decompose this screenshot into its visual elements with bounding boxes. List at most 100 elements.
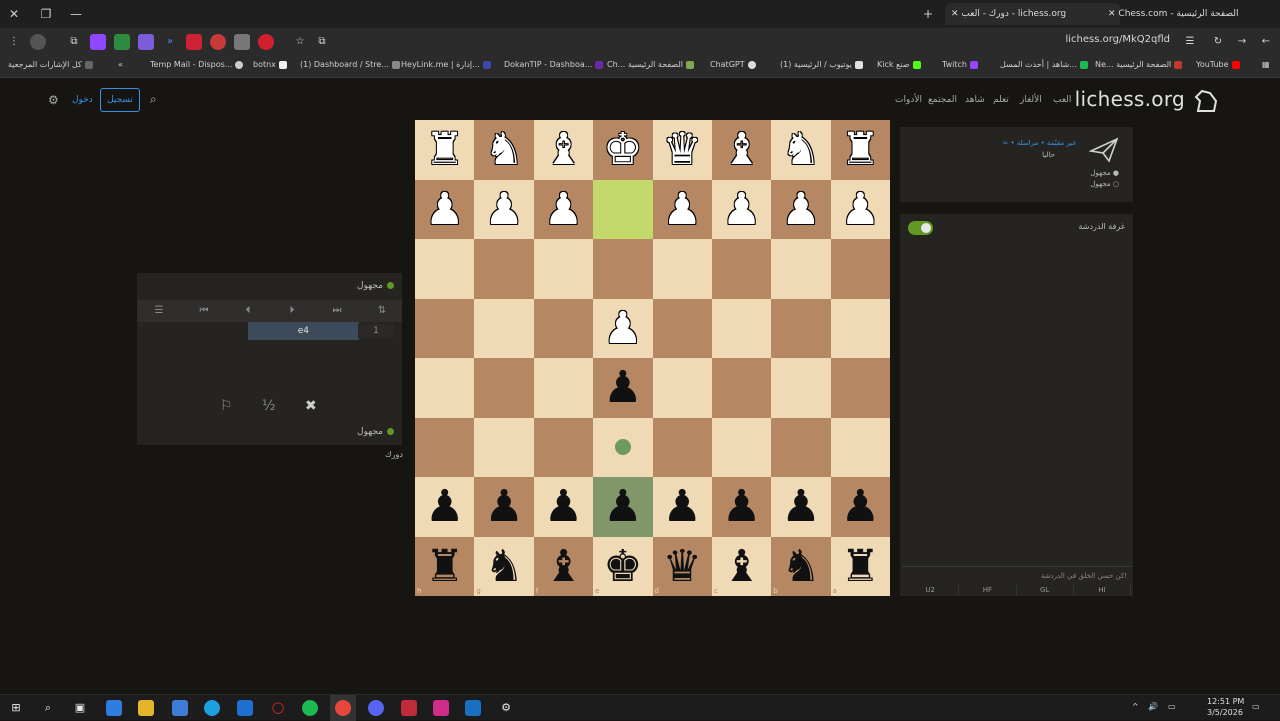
bookmark-folder-icon[interactable]: ▦	[1262, 60, 1270, 69]
board-square[interactable]	[830, 239, 890, 299]
board-square[interactable]	[474, 417, 534, 477]
black-rook-icon[interactable]: ♜	[415, 537, 474, 597]
black-pawn-icon[interactable]: ♟	[593, 358, 652, 418]
chess-board[interactable]: ♜ ♞ ♝ ♚ ♛ ♝ ♞ ♜ ♟ ♟ ♟ ♟ ♟ ♟ ♟ ♟ ♟ ♟ ♟ ♟ ♟ ♟ ♟ ♟ ♟ ♜ ♞ ♝ ♚ ♛ ♝ ♞ ♜ 1 2 3 4 5 6 7…	[415, 120, 890, 596]
board-square[interactable]	[771, 417, 831, 477]
offer-draw-button[interactable]: ½	[262, 398, 276, 414]
notifications-icon[interactable]: ▭	[1252, 702, 1260, 711]
board-square[interactable]	[652, 417, 712, 477]
board-square[interactable]	[533, 417, 594, 477]
board-square[interactable]	[830, 417, 890, 477]
preset-u2[interactable]: U2	[902, 584, 960, 596]
preset-hi[interactable]: HI	[1074, 584, 1131, 596]
bookmark-star-icon[interactable]: ☆	[292, 34, 308, 50]
tab-chesscom[interactable]: ✕ Chess.com - الصفحة الرئيسية	[1102, 3, 1257, 25]
app-pink-icon[interactable]	[433, 700, 449, 716]
white-bishop-icon[interactable]: ♝	[712, 120, 771, 180]
bookmark-item[interactable]: Kick صنع	[877, 60, 921, 69]
tab-lichess[interactable]: ✕ دورك - العب - lichess.org	[945, 3, 1120, 25]
signup-button[interactable]: تسجيل	[100, 88, 140, 112]
bookmark-item[interactable]: Temp Mail - Dispos...	[150, 60, 244, 69]
board-square[interactable]	[830, 298, 890, 358]
white-pawn-icon[interactable]: ♟	[534, 180, 593, 240]
board-square[interactable]	[711, 417, 772, 477]
white-knight-icon[interactable]: ♞	[474, 120, 533, 180]
board-square[interactable]	[415, 358, 475, 418]
prev-move-icon[interactable]: ⏴	[240, 303, 256, 319]
board-square[interactable]	[771, 239, 831, 299]
board-square[interactable]	[593, 179, 653, 239]
nav-watch[interactable]: شاهد	[965, 95, 985, 105]
board-square[interactable]	[830, 358, 890, 418]
tab-close-icon[interactable]: ✕	[1108, 9, 1118, 19]
back-icon[interactable]: ←	[1258, 34, 1274, 50]
abort-icon[interactable]: ✖	[305, 398, 317, 414]
board-square[interactable]	[652, 298, 712, 358]
chrome-icon[interactable]	[335, 700, 351, 716]
white-pawn-icon[interactable]: ♟	[415, 180, 474, 240]
nav-puzzles[interactable]: الألغاز	[1020, 95, 1042, 105]
board-square[interactable]	[771, 298, 831, 358]
edge-icon[interactable]	[204, 700, 220, 716]
settings-icon[interactable]: ⚙	[498, 700, 514, 716]
share-icon[interactable]: ⧉	[314, 34, 330, 50]
bookmark-item[interactable]: ChatGPT	[710, 60, 756, 69]
black-pawn-icon[interactable]: ♟	[474, 477, 533, 537]
extension-green-icon[interactable]	[114, 34, 130, 50]
board-square[interactable]	[711, 239, 772, 299]
bookmark-item[interactable]: شاهد | أحدث المسل...	[1000, 60, 1088, 69]
white-pawn-icon[interactable]: ♟	[593, 299, 652, 359]
black-pawn-icon[interactable]: ♟	[534, 477, 593, 537]
board-square[interactable]	[711, 358, 772, 418]
bookmark-item[interactable]: Ne... الصفحة الرئيسية	[1095, 60, 1183, 69]
steam-icon[interactable]	[465, 700, 481, 716]
black-pawn-icon[interactable]: ♟	[771, 477, 830, 537]
board-square[interactable]	[593, 239, 653, 299]
black-pawn-icon[interactable]: ♟	[593, 477, 652, 537]
clock-date[interactable]: 3/5/2026	[1207, 708, 1243, 717]
bookmark-item[interactable]: (1) يوتيوب / الرئيسية	[780, 60, 863, 69]
window-restore-icon[interactable]: ❐	[38, 6, 54, 22]
black-queen-icon[interactable]: ♛	[653, 537, 712, 597]
board-square[interactable]	[474, 298, 534, 358]
white-pawn-icon[interactable]: ♟	[771, 180, 830, 240]
menu-dots-icon[interactable]: ⋮	[6, 34, 22, 50]
white-rook-icon[interactable]: ♜	[831, 120, 890, 180]
address-bar[interactable]: lichess.org/MkQ2qfld	[1065, 34, 1170, 45]
first-move-icon[interactable]: ⏮	[196, 303, 212, 319]
move-white[interactable]: e4	[248, 322, 359, 340]
twitch-extension-icon[interactable]	[90, 34, 106, 50]
forward-icon[interactable]: →	[1234, 34, 1250, 50]
extension-wave-icon[interactable]: »	[162, 34, 178, 50]
window-minimize-icon[interactable]: —	[68, 6, 84, 22]
adblock-icon[interactable]	[258, 34, 274, 50]
black-bishop-icon[interactable]: ♝	[712, 537, 771, 597]
file-explorer-icon[interactable]	[138, 700, 154, 716]
white-queen-icon[interactable]: ♛	[653, 120, 712, 180]
spotify-icon[interactable]	[302, 700, 318, 716]
bookmark-item[interactable]: (1) Dashboard / Stre...	[300, 60, 400, 69]
login-link[interactable]: دخول	[72, 95, 93, 105]
board-square[interactable]	[533, 298, 594, 358]
bookmark-item[interactable]: YouTube	[1196, 60, 1240, 69]
lichess-knight-icon[interactable]	[1192, 87, 1220, 115]
black-pawn-icon[interactable]: ♟	[415, 477, 474, 537]
board-square[interactable]	[533, 239, 594, 299]
preset-hf[interactable]: HF	[959, 584, 1017, 596]
bookmark-all[interactable]: كل الإشارات المرجعية	[8, 60, 93, 69]
bookmark-item[interactable]: Ch... الصفحة الرئيسية	[607, 60, 695, 69]
discord-icon[interactable]	[368, 700, 384, 716]
new-tab-icon[interactable]: +	[920, 6, 936, 22]
chat-input[interactable]: كن حسن الخلق في الدردشة!	[902, 566, 1131, 584]
nav-learn[interactable]: تعلم	[993, 95, 1009, 105]
board-square[interactable]	[415, 298, 475, 358]
black-knight-icon[interactable]: ♞	[771, 537, 830, 597]
site-logo-text[interactable]: lichess.org	[1075, 87, 1185, 111]
clock-time[interactable]: 12:51 PM	[1207, 697, 1244, 706]
volume-icon[interactable]: 🔊	[1148, 702, 1158, 711]
bookmark-item[interactable]: botnx	[253, 60, 287, 69]
bookmark-item[interactable]: HeyLink.me | إدارة...	[401, 60, 491, 69]
windows-start-icon[interactable]: ⊞	[8, 700, 24, 716]
preset-gl[interactable]: GL	[1017, 584, 1074, 596]
board-square[interactable]	[652, 358, 712, 418]
